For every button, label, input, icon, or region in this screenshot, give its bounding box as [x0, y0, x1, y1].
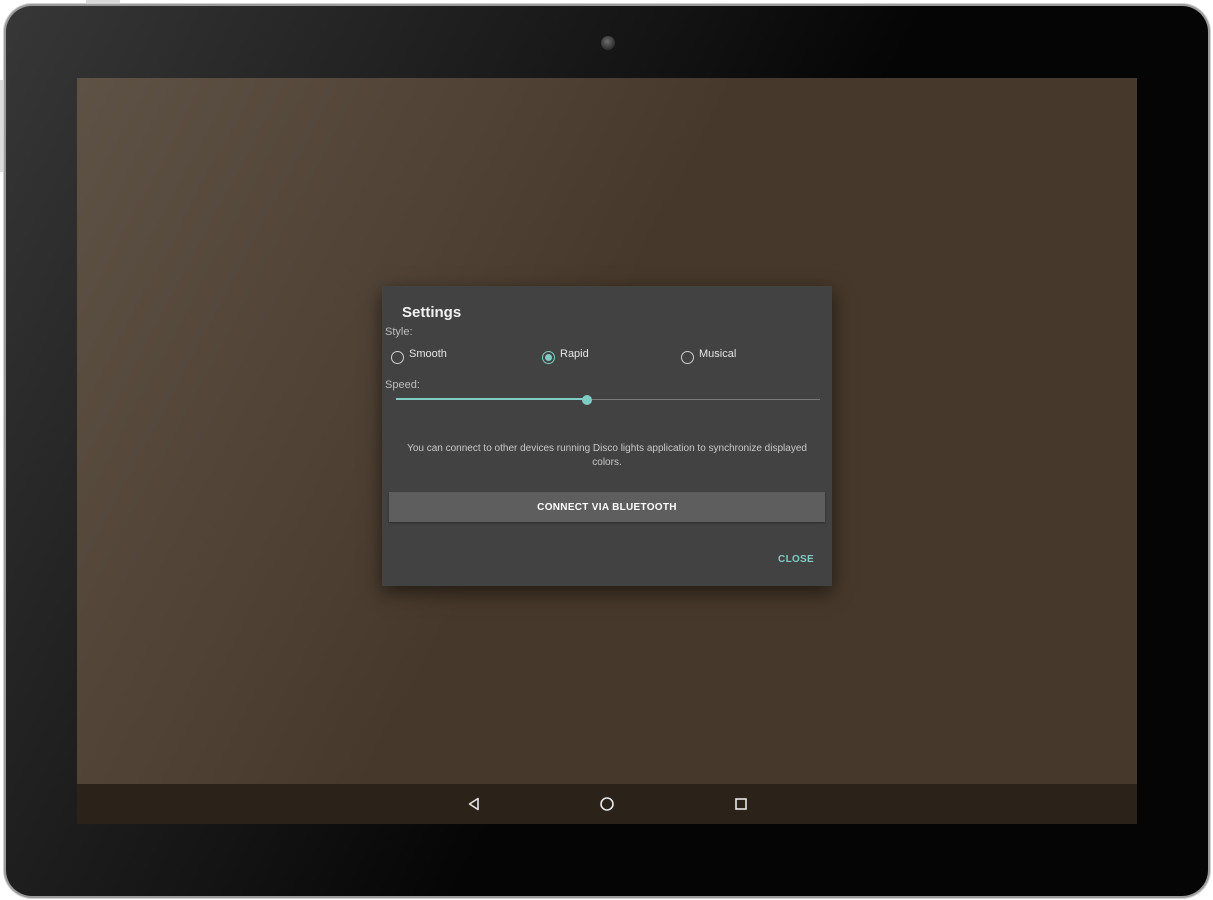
- settings-dialog: Settings Style: Smooth Rapid Musical Spe…: [382, 286, 832, 586]
- page: Settings Style: Smooth Rapid Musical Spe…: [0, 0, 1213, 900]
- recents-button[interactable]: [731, 794, 751, 814]
- back-button[interactable]: [464, 794, 484, 814]
- speed-label: Speed:: [385, 379, 420, 391]
- radio-musical[interactable]: Musical: [681, 348, 736, 366]
- radio-smooth[interactable]: Smooth: [391, 348, 447, 366]
- radio-button-icon[interactable]: [681, 350, 694, 364]
- tablet-screen: Settings Style: Smooth Rapid Musical Spe…: [77, 78, 1137, 824]
- tablet-frame: Settings Style: Smooth Rapid Musical Spe…: [6, 6, 1208, 896]
- radio-button-icon[interactable]: [391, 350, 404, 364]
- radio-label-rapid: Rapid: [560, 348, 589, 360]
- radio-dot-icon: [545, 353, 552, 361]
- recents-square-icon: [735, 798, 747, 810]
- home-button[interactable]: [597, 794, 617, 814]
- slider-fill: [396, 398, 587, 400]
- radio-label-smooth: Smooth: [409, 348, 447, 360]
- slider-thumb[interactable]: [581, 395, 592, 405]
- radio-button-checked-icon[interactable]: [542, 350, 555, 364]
- close-button[interactable]: CLOSE: [778, 554, 814, 565]
- speed-slider[interactable]: [396, 392, 820, 408]
- corner-mark: [86, 0, 120, 3]
- dialog-title: Settings: [402, 304, 462, 321]
- navigation-bar: [77, 784, 1137, 824]
- bluetooth-info-text: You can connect to other devices running…: [407, 443, 807, 468]
- camera-icon: [601, 36, 615, 50]
- home-circle-icon: [600, 797, 614, 811]
- radio-rapid[interactable]: Rapid: [542, 348, 589, 366]
- connect-bluetooth-button[interactable]: CONNECT VIA BLUETOOTH: [389, 492, 825, 522]
- style-label: Style:: [385, 326, 413, 338]
- corner-mark: [0, 80, 3, 172]
- back-triangle-icon: [468, 797, 479, 811]
- radio-label-musical: Musical: [699, 348, 737, 360]
